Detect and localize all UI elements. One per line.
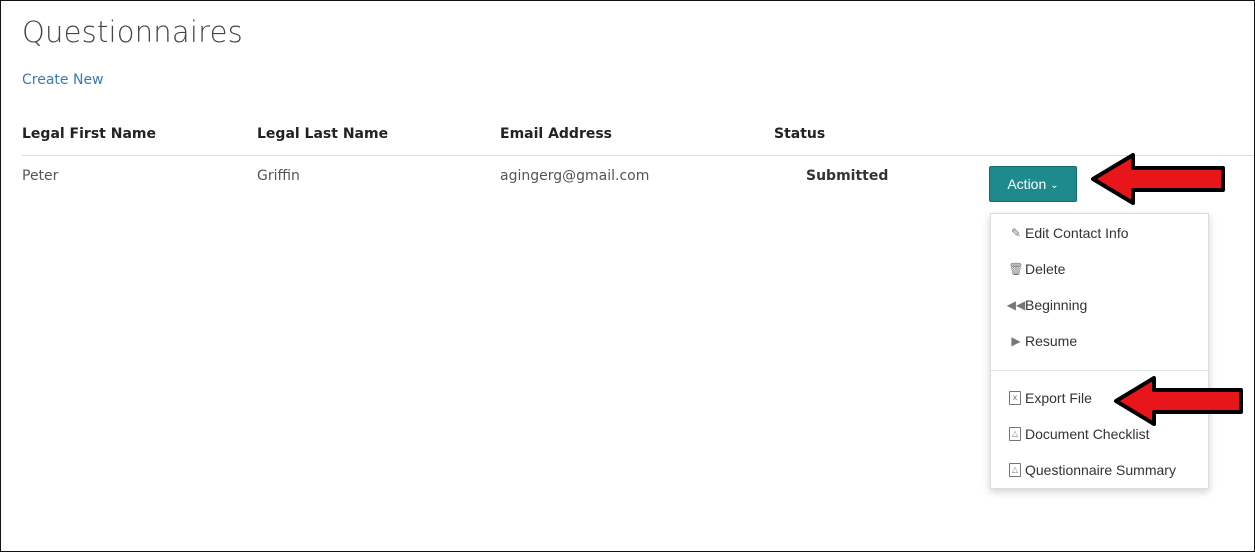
chevron-down-icon: ⌄ [1050,179,1059,191]
app-frame: Questionnaires Create New Legal First Na… [0,0,1255,552]
excel-file-icon: x [1009,391,1021,405]
menu-item-label: Document Checklist [1025,426,1150,442]
table-header-row: Legal First Name Legal Last Name Email A… [22,113,1254,156]
red-arrow-icon [1091,153,1225,205]
fast-backward-icon: ◀◀ [1006,298,1026,312]
menu-item-export-file[interactable]: x Export File [1009,390,1092,406]
cell-last-name: Griffin [257,168,300,184]
column-header-email[interactable]: Email Address [500,126,612,142]
column-header-last-name[interactable]: Legal Last Name [257,126,388,142]
cell-status: Submitted [806,168,889,184]
menu-item-beginning[interactable]: ◀◀ Beginning [1006,297,1088,313]
pencil-icon: ✎ [1010,226,1022,240]
menu-item-questionnaire-summary[interactable]: △ Questionnaire Summary [1009,462,1176,478]
menu-divider [991,370,1208,371]
create-new-link[interactable]: Create New [22,72,104,88]
menu-item-label: Delete [1025,261,1066,277]
column-header-status[interactable]: Status [774,126,825,142]
action-dropdown-menu: ✎ Edit Contact Info 🗑 Delete ◀◀ Beginnin… [990,213,1209,489]
pdf-file-icon: △ [1009,463,1021,477]
red-arrow-icon [1114,376,1243,426]
menu-item-delete[interactable]: 🗑 Delete [1008,261,1066,277]
menu-item-label: Beginning [1025,297,1088,313]
menu-item-label: Resume [1025,333,1078,349]
menu-item-edit-contact-info[interactable]: ✎ Edit Contact Info [1009,225,1129,241]
action-dropdown-button[interactable]: Action ⌄ [989,166,1077,202]
trash-icon: 🗑 [1008,262,1024,276]
menu-item-label: Export File [1025,390,1092,406]
menu-item-document-checklist[interactable]: △ Document Checklist [1009,426,1150,442]
menu-item-label: Edit Contact Info [1025,225,1129,241]
menu-item-resume[interactable]: ▶ Resume [1009,333,1077,349]
cell-first-name: Peter [22,168,59,184]
column-header-first-name[interactable]: Legal First Name [22,126,156,142]
pdf-file-icon: △ [1009,427,1021,441]
page-title: Questionnaires [22,15,243,49]
cell-email: agingerg@gmail.com [500,168,650,184]
action-button-label: Action [1007,176,1047,192]
menu-item-label: Questionnaire Summary [1025,462,1176,478]
play-icon: ▶ [1011,334,1021,348]
